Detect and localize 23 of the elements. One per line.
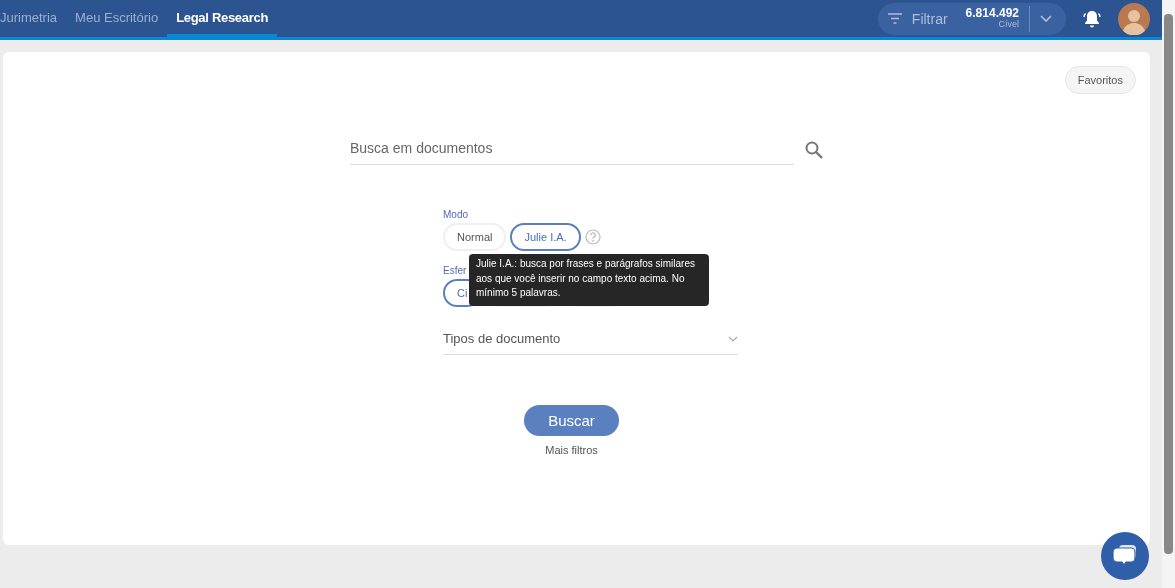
search-button[interactable]: Buscar <box>524 405 619 436</box>
search-icon[interactable] <box>804 139 824 160</box>
filter-icon <box>887 13 902 24</box>
nav-tab[interactable]: Meu Escritório <box>66 0 168 37</box>
nav-tab[interactable]: Jurimetria <box>0 0 67 37</box>
document-type-select[interactable]: Tipos de documento <box>443 331 738 355</box>
scrollbar[interactable] <box>1162 0 1175 588</box>
bell-icon[interactable] <box>1082 8 1102 29</box>
filter-label: Filtrar <box>911 10 948 27</box>
mode-chip[interactable]: Julie I.A. <box>510 223 581 251</box>
document-count: 6.814.492 <box>965 6 1019 20</box>
filter-control[interactable]: Filtrar 6.814.492 Cível <box>877 2 1066 35</box>
more-filters-link[interactable]: Mais filtros <box>545 444 598 456</box>
mode-label: Modo <box>443 209 469 220</box>
avatar[interactable] <box>1118 2 1150 35</box>
favorites-button[interactable]: Favoritos <box>1064 66 1136 94</box>
tooltip: Julie I.A.: busca por frases e parágrafos similares aos que você inserir no campo texto acima. No mínimo 5 palavras. <box>469 254 709 306</box>
nav-tab[interactable]: Legal Research <box>167 0 278 37</box>
mode-chip[interactable]: Normal <box>443 223 507 251</box>
chevron-down-icon[interactable] <box>1040 14 1052 23</box>
chevron-down-icon <box>728 335 738 342</box>
chat-button[interactable] <box>1101 532 1149 580</box>
sphere-label: Cível <box>998 20 1019 31</box>
